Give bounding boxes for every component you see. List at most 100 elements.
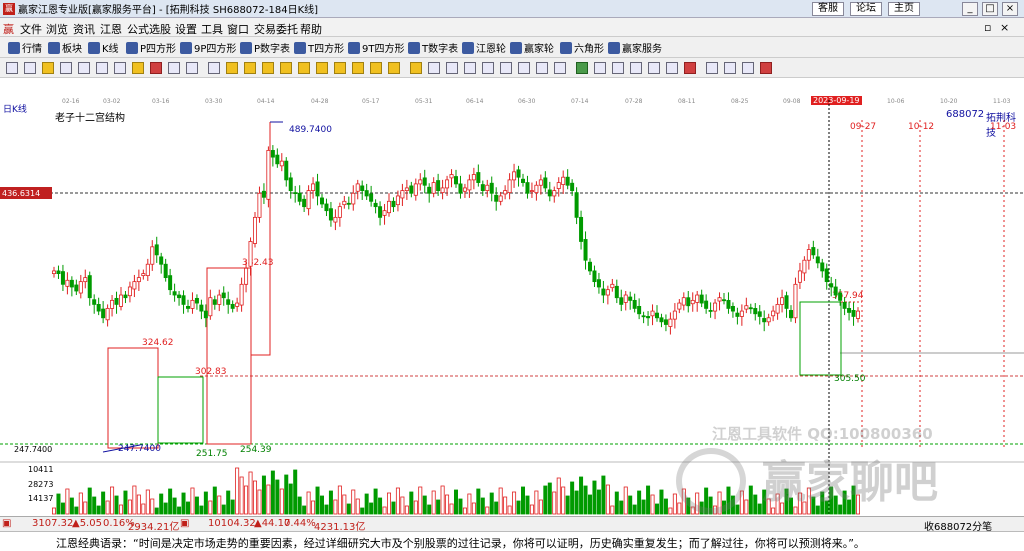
menu-gann[interactable]: 江恩 <box>100 21 122 37</box>
menu-news[interactable]: 资讯 <box>73 21 95 37</box>
draw-tool-9-icon[interactable] <box>150 62 162 74</box>
draw-tool-32-icon[interactable] <box>576 62 588 74</box>
tool-hexagon[interactable]: 六角形 <box>560 40 604 55</box>
draw-tool-35-icon[interactable] <box>630 62 642 74</box>
tool-t-square[interactable]: T四方形 <box>294 40 344 55</box>
draw-tool-27-icon[interactable] <box>482 62 494 74</box>
volume-bar <box>119 504 124 515</box>
app-menu-icon[interactable]: 赢 <box>3 21 14 37</box>
draw-tool-26-icon[interactable] <box>464 62 476 74</box>
sh-index-icon: ▣ <box>2 518 12 529</box>
draw-tool-37-icon[interactable] <box>666 62 678 74</box>
menu-help[interactable]: 帮助 <box>300 21 322 37</box>
candle-body <box>114 297 119 305</box>
menu-window[interactable]: 窗口 <box>227 21 249 37</box>
draw-tool-16-icon[interactable] <box>280 62 292 74</box>
forum-link[interactable]: 论坛 <box>850 2 882 16</box>
volume-bar <box>279 488 284 515</box>
draw-tool-3-icon[interactable] <box>42 62 54 74</box>
tool-kline[interactable]: K线 <box>88 40 119 55</box>
draw-tool-36-icon[interactable] <box>648 62 660 74</box>
menu-browse[interactable]: 浏览 <box>46 21 68 37</box>
candle-body <box>547 189 552 197</box>
volume-bar <box>538 499 543 515</box>
draw-tool-30-icon[interactable] <box>536 62 548 74</box>
draw-tool-21-icon[interactable] <box>370 62 382 74</box>
candle-body <box>284 160 289 181</box>
home-link[interactable]: 主页 <box>888 2 920 16</box>
draw-tool-28-icon[interactable] <box>500 62 512 74</box>
draw-tool-6-icon[interactable] <box>96 62 108 74</box>
menu-file[interactable]: 文件 <box>20 21 42 37</box>
draw-tool-19-icon[interactable] <box>334 62 346 74</box>
candle-body <box>856 310 861 319</box>
tool-p-table[interactable]: P数字表 <box>240 40 290 55</box>
draw-tool-42-icon[interactable] <box>760 62 772 74</box>
volume-bar <box>521 486 526 515</box>
draw-tool-24-icon[interactable] <box>428 62 440 74</box>
draw-tool-34-icon[interactable] <box>612 62 624 74</box>
draw-tool-8-icon[interactable] <box>132 62 144 74</box>
draw-tool-1-icon[interactable] <box>6 62 18 74</box>
draw-tool-13-icon[interactable] <box>226 62 238 74</box>
draw-tool-23-icon[interactable] <box>410 62 422 74</box>
restore-icon[interactable]: ▫ <box>984 21 991 34</box>
volume-bar <box>252 480 257 515</box>
draw-tool-40-icon[interactable] <box>724 62 736 74</box>
tool-9t-square[interactable]: 9T四方形 <box>348 40 404 55</box>
gann-quote: 江恩经典语录：“时间是决定市场走势的重要因素，经过详细研究大市及个别股票的过往记… <box>56 537 865 550</box>
volume-bar <box>386 492 391 515</box>
candle-body <box>842 301 847 309</box>
draw-tool-4-icon[interactable] <box>60 62 72 74</box>
draw-tool-25-icon[interactable] <box>446 62 458 74</box>
candle-body <box>771 310 776 317</box>
candle-body <box>297 192 302 202</box>
price-label: 302.83 <box>195 367 227 377</box>
draw-tool-14-icon[interactable] <box>244 62 256 74</box>
volume-bar <box>239 476 244 515</box>
draw-tool-33-icon[interactable] <box>594 62 606 74</box>
draw-tool-18-icon[interactable] <box>316 62 328 74</box>
draw-tool-20-icon[interactable] <box>352 62 364 74</box>
tool-p-square[interactable]: P四方形 <box>126 40 176 55</box>
tool-gann-wheel[interactable]: 江恩轮 <box>462 40 506 55</box>
menu-tools[interactable]: 工具 <box>201 21 223 37</box>
tool-sector[interactable]: 板块 <box>48 40 82 55</box>
volume-bar <box>226 490 231 515</box>
draw-tool-15-icon[interactable] <box>262 62 274 74</box>
menu-settings[interactable]: 设置 <box>175 21 197 37</box>
sh-index-change: ▲5.05 <box>72 518 102 529</box>
volume-bar <box>83 501 88 515</box>
draw-tool-11-icon[interactable] <box>186 62 198 74</box>
draw-tool-12-icon[interactable] <box>208 62 220 74</box>
tool-service[interactable]: 赢家服务 <box>608 40 662 55</box>
tool-quotes[interactable]: 行情 <box>8 40 42 55</box>
tool-9p-square[interactable]: 9P四方形 <box>180 40 236 55</box>
draw-tool-5-icon[interactable] <box>78 62 90 74</box>
menu-trade[interactable]: 交易委托 <box>254 21 298 37</box>
tool-t-table[interactable]: T数字表 <box>408 40 458 55</box>
close-child-icon[interactable]: × <box>1000 21 1009 34</box>
draw-tool-17-icon[interactable] <box>298 62 310 74</box>
p-square-icon <box>126 41 138 54</box>
draw-tool-10-icon[interactable] <box>168 62 180 74</box>
draw-tool-31-icon[interactable] <box>554 62 566 74</box>
draw-tool-41-icon[interactable] <box>742 62 754 74</box>
minimize-icon[interactable]: _ <box>962 2 978 16</box>
kline-icon <box>88 41 100 54</box>
draw-tool-7-icon[interactable] <box>114 62 126 74</box>
candle-body <box>159 256 164 265</box>
draw-tool-39-icon[interactable] <box>706 62 718 74</box>
close-icon[interactable]: × <box>1002 2 1018 16</box>
customer-service-link[interactable]: 客服 <box>812 2 844 16</box>
draw-tool-38-icon[interactable] <box>684 62 696 74</box>
maximize-icon[interactable]: □ <box>982 2 998 16</box>
draw-tool-22-icon[interactable] <box>388 62 400 74</box>
tool-winner-wheel[interactable]: 赢家轮 <box>510 40 554 55</box>
menu-formula[interactable]: 公式选股 <box>127 21 171 37</box>
candle-body <box>543 177 548 189</box>
volume-bar <box>302 505 307 515</box>
volume-bar <box>177 506 182 515</box>
draw-tool-29-icon[interactable] <box>518 62 530 74</box>
draw-tool-2-icon[interactable] <box>24 62 36 74</box>
